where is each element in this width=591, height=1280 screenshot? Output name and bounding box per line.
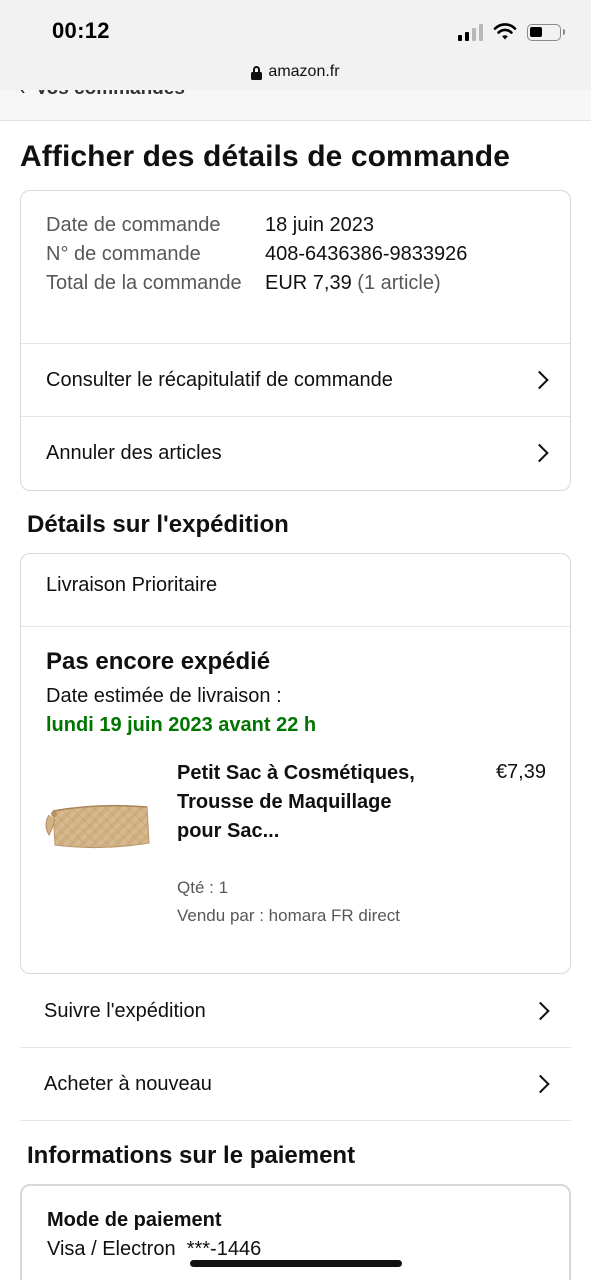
divider bbox=[21, 626, 570, 627]
product-seller: Vendu par : homara FR direct bbox=[177, 906, 401, 925]
buy-again-link[interactable]: Acheter à nouveau bbox=[20, 1048, 571, 1121]
order-number-label: N° de commande bbox=[46, 243, 201, 265]
shipping-type: Livraison Prioritaire bbox=[46, 574, 218, 596]
view-order-summary-link[interactable]: Consulter le récapitulatif de commande bbox=[21, 343, 570, 416]
cancel-items-label: Annuler des articles bbox=[46, 441, 222, 464]
product-price: €7,39 bbox=[495, 761, 546, 783]
status-bar: 00:12 bbox=[0, 0, 591, 54]
view-order-summary-label: Consulter le récapitulatif de commande bbox=[46, 368, 393, 391]
shipment-status: Pas encore expédié bbox=[46, 648, 271, 675]
order-total-label: Total de la commande bbox=[46, 272, 242, 294]
page-title: Afficher des détails de commande bbox=[20, 140, 511, 173]
buy-again-label: Acheter à nouveau bbox=[44, 1072, 212, 1095]
order-date-value: 18 juin 2023 bbox=[265, 214, 374, 236]
payment-section-title: Informations sur le paiement bbox=[27, 1142, 356, 1169]
order-summary-grid: Date de commande 18 juin 2023 N° de comm… bbox=[46, 211, 546, 298]
status-time: 00:12 bbox=[52, 18, 110, 43]
shipment-section-title: Détails sur l'expédition bbox=[27, 511, 289, 538]
order-date-label: Date de commande bbox=[46, 214, 221, 236]
order-summary-card: Date de commande 18 juin 2023 N° de comm… bbox=[20, 190, 571, 491]
product-quantity: Qté : 1 bbox=[177, 878, 229, 897]
back-to-orders-link[interactable]: ‹ Vos commandes bbox=[20, 90, 185, 100]
back-link-label: Vos commandes bbox=[35, 90, 185, 99]
order-details-page: 00:12 amazon.fr ‹Vos commandes Affich bbox=[0, 0, 591, 1280]
payment-method-label: Mode de paiement bbox=[47, 1209, 222, 1231]
product-title-link[interactable]: Petit Sac à Cosmétiques, Trousse de Maqu… bbox=[177, 759, 417, 846]
chevron-right-icon bbox=[530, 443, 549, 463]
estimated-delivery-date: lundi 19 juin 2023 avant 22 h bbox=[46, 714, 317, 736]
home-indicator[interactable] bbox=[190, 1260, 402, 1267]
back-nav-strip: ‹ Vos commandes bbox=[0, 90, 591, 121]
order-total-value-wrap: EUR 7,39 (1 article) bbox=[265, 269, 441, 298]
url-text: amazon.fr bbox=[268, 63, 340, 80]
payment-method-value: Visa / Electron ***-1446 bbox=[47, 1238, 262, 1260]
order-number-row: N° de commande 408-6436386-9833926 bbox=[46, 240, 546, 269]
chevron-right-icon bbox=[530, 370, 549, 390]
chevron-right-icon bbox=[531, 1074, 550, 1094]
lock-icon bbox=[251, 65, 263, 80]
track-shipment-label: Suivre l'expédition bbox=[44, 999, 206, 1022]
chevron-left-icon: ‹ bbox=[20, 90, 25, 99]
wifi-icon bbox=[493, 23, 517, 40]
estimated-delivery-label: Date estimée de livraison : bbox=[46, 685, 282, 707]
status-icons bbox=[458, 20, 565, 44]
cancel-items-link[interactable]: Annuler des articles bbox=[21, 416, 570, 489]
order-total-value: EUR 7,39 bbox=[265, 272, 352, 294]
battery-icon bbox=[527, 23, 565, 41]
order-date-row: Date de commande 18 juin 2023 bbox=[46, 211, 546, 240]
track-shipment-link[interactable]: Suivre l'expédition bbox=[20, 975, 571, 1048]
product-image[interactable] bbox=[43, 779, 153, 859]
chevron-right-icon bbox=[531, 1001, 550, 1021]
shipment-card: Livraison Prioritaire Pas encore expédié… bbox=[20, 553, 571, 974]
order-total-row: Total de la commande EUR 7,39 (1 article… bbox=[46, 269, 546, 298]
browser-url-bar[interactable]: amazon.fr bbox=[0, 54, 591, 90]
order-total-item-count: (1 article) bbox=[357, 272, 441, 294]
order-number-value: 408-6436386-9833926 bbox=[265, 243, 468, 265]
cellular-signal-icon bbox=[458, 23, 483, 41]
